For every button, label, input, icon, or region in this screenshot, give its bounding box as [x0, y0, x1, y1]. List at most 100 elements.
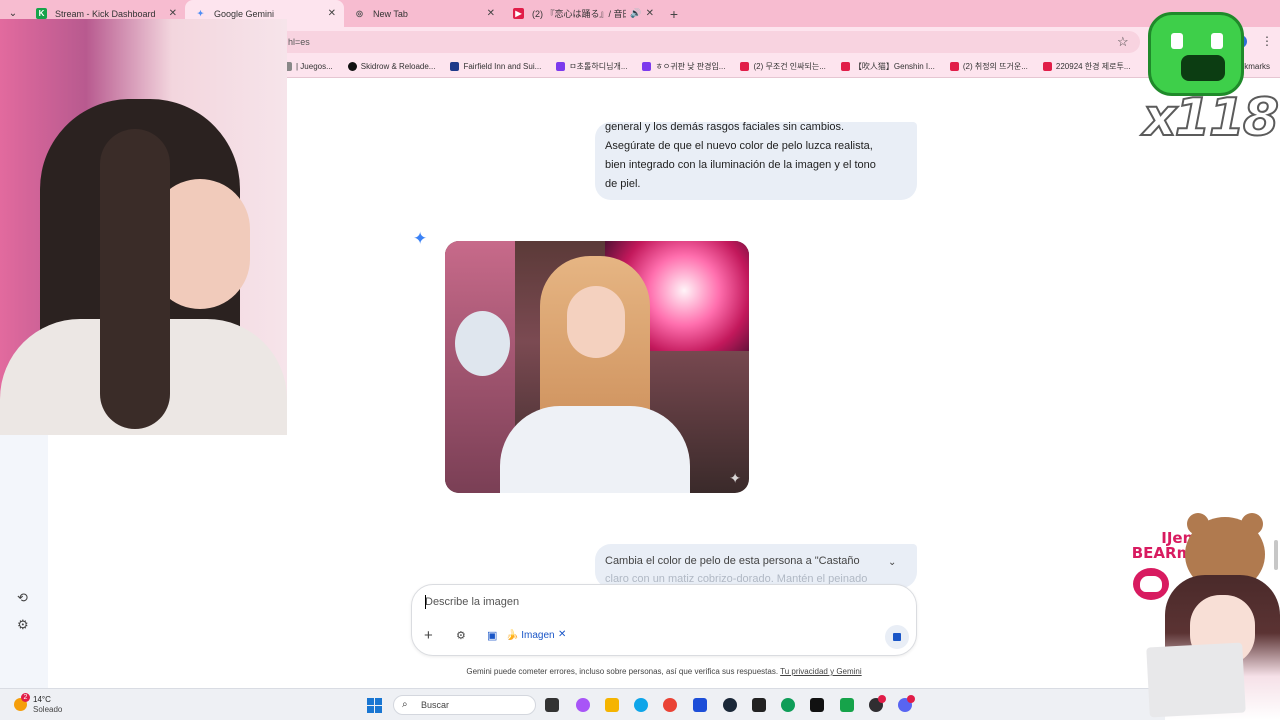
edge-icon[interactable] [634, 698, 648, 712]
settings-icon[interactable]: ⚙ [17, 617, 29, 633]
gemini-favicon-icon: ✦ [197, 9, 204, 18]
add-attachment-icon[interactable]: + [424, 627, 433, 644]
generated-image[interactable]: ✦ [445, 241, 749, 493]
history-icon[interactable]: ⟲ [17, 590, 28, 606]
twitch-favicon-icon [642, 62, 652, 71]
bookmark-label: ㅁ초톨하디님개... [569, 62, 628, 71]
bear-ear [1187, 513, 1209, 535]
address-bar[interactable]: hl=es [276, 31, 1140, 53]
close-tab-icon[interactable]: ✕ [169, 8, 177, 19]
tab-label: New Tab [373, 8, 408, 19]
disclaimer: Gemini puede cometer errores, incluso so… [0, 667, 1280, 676]
discord-logo-icon [1130, 565, 1172, 603]
new-tab-button[interactable]: + [662, 0, 686, 27]
bookmark-item[interactable]: Skidrow & Reloade... [347, 62, 436, 71]
bookmark-item[interactable]: ㅎㅇ귀판 낮 판경입... [642, 61, 725, 72]
youtube-favicon-icon: ▶ [513, 8, 524, 19]
store-icon[interactable] [693, 698, 707, 712]
stop-generation-button[interactable] [885, 625, 909, 649]
chrome-favicon-icon: ◎ [356, 9, 363, 18]
windows-logo-icon [375, 706, 382, 713]
image-tool-chip[interactable]: 🍌 Imagen [506, 630, 555, 641]
emote-combo-icon [1148, 12, 1244, 96]
bookmark-item[interactable]: (2) 취정의 뜨거운... [949, 61, 1028, 72]
copilot-icon[interactable] [576, 698, 590, 712]
bear-ear [1241, 513, 1263, 535]
task-view-icon[interactable] [545, 698, 559, 712]
search-icon: ⌕ [402, 699, 408, 710]
webcam-overlay [0, 19, 287, 435]
youtube-favicon-icon [740, 62, 750, 71]
tab-youtube-music[interactable]: ▶ (2) 『恋心は踊る』/ 音田雅則 🔊 ✕ [503, 0, 662, 27]
bookmark-item[interactable]: 220924 한경 제로투... [1042, 61, 1131, 72]
sticker-card [1146, 642, 1246, 718]
bookmark-label: Skidrow & Reloade... [360, 62, 436, 71]
gemini-spark-icon: ✦ [413, 229, 428, 248]
start-button[interactable] [367, 698, 382, 713]
windows-logo-icon [375, 698, 382, 705]
expand-chevron-icon[interactable]: ⌄ [888, 557, 896, 568]
bookmark-label: 【吹人猫】Genshin I... [853, 62, 935, 71]
tools-icon[interactable]: ⚙ [456, 629, 466, 642]
twitch-favicon-icon [556, 62, 566, 71]
close-tab-icon[interactable]: ✕ [328, 8, 336, 19]
tab-label: Google Gemini [214, 8, 275, 19]
tab-label: (2) 『恋心は踊る』/ 音田雅則 [532, 9, 626, 19]
combo-counter: x118 [1142, 87, 1280, 149]
speaker-icon[interactable]: 🔊 [630, 8, 641, 19]
kick-favicon-icon: K [36, 8, 47, 19]
prompt-input[interactable]: Describe la imagen [425, 596, 519, 608]
file-explorer-icon[interactable] [605, 698, 619, 712]
chrome-icon[interactable] [663, 698, 677, 712]
bookmark-favicon-icon [347, 62, 357, 71]
weather-temp[interactable]: 14°C [33, 695, 51, 704]
notification-badge [907, 695, 915, 703]
user-message-bubble: Cambia el color de pelo de esta persona … [595, 544, 917, 588]
message-line: de piel. [605, 178, 641, 190]
bookmark-item[interactable]: (2) 무조건 인싸되는... [740, 61, 826, 72]
notification-badge: 2 [21, 693, 30, 702]
text-caret [425, 595, 426, 609]
chrome-profile-icon[interactable] [781, 698, 795, 712]
watermark-icon: ✦ [729, 470, 741, 486]
user-message-bubble: general y los demás rasgos faciales sin … [595, 122, 917, 200]
windows-logo-icon [367, 698, 374, 705]
steam-icon[interactable] [723, 698, 737, 712]
bookmark-star-icon[interactable]: ☆ [1117, 34, 1129, 50]
bookmark-label: ㅎㅇ귀판 낮 판경입... [655, 62, 726, 71]
windows-taskbar: 2 14°C Soleado ⌕ Buscar [0, 688, 1280, 720]
bookmark-label: Fairfield Inn and Sui... [463, 62, 542, 71]
message-line: bien integrado con la iluminación de la … [605, 159, 876, 171]
image-region [500, 406, 690, 493]
terminal-icon[interactable] [752, 698, 766, 712]
chip-label: Imagen [521, 630, 555, 641]
taskbar-search[interactable]: ⌕ Buscar [393, 695, 536, 715]
fam-app-icon[interactable] [840, 698, 854, 712]
stop-icon [893, 633, 901, 641]
bookmark-item[interactable]: Fairfield Inn and Sui... [450, 62, 541, 71]
banana-icon: 🍌 [506, 630, 519, 641]
browser-menu-icon[interactable]: ⋮ [1261, 34, 1273, 48]
close-tab-icon[interactable]: ✕ [646, 8, 654, 19]
tab-new-tab[interactable]: ◎ New Tab ✕ [344, 0, 503, 27]
disclaimer-text: Gemini puede cometer errores, incluso so… [466, 667, 779, 676]
image-tool-icon[interactable]: ▣ [487, 629, 497, 642]
bookmark-label: 220924 한경 제로투... [1055, 62, 1131, 71]
bookmark-label: (2) 취정의 뜨거운... [962, 62, 1028, 71]
bookmark-item[interactable]: | Juegos... [283, 62, 333, 71]
message-line: general y los demás rasgos faciales sin … [605, 122, 845, 133]
close-tab-icon[interactable]: ✕ [487, 8, 495, 19]
youtube-favicon-icon [1042, 62, 1052, 71]
windows-logo-icon [367, 706, 374, 713]
bookmark-item[interactable]: 【吹人猫】Genshin I... [840, 61, 935, 72]
bookmark-item[interactable]: ㅁ초톨하디님개... [556, 61, 627, 72]
image-region [455, 311, 510, 376]
epic-games-icon[interactable] [810, 698, 824, 712]
privacy-link[interactable]: Tu privacidad y Gemini [780, 667, 862, 676]
bookmark-label: | Juegos... [296, 62, 333, 71]
page-scrollbar[interactable] [1274, 540, 1278, 570]
remove-chip-icon[interactable]: ✕ [558, 629, 566, 640]
discord-glyph [1140, 576, 1162, 592]
emote-mouth [1181, 55, 1225, 81]
weather-condition[interactable]: Soleado [33, 705, 62, 714]
